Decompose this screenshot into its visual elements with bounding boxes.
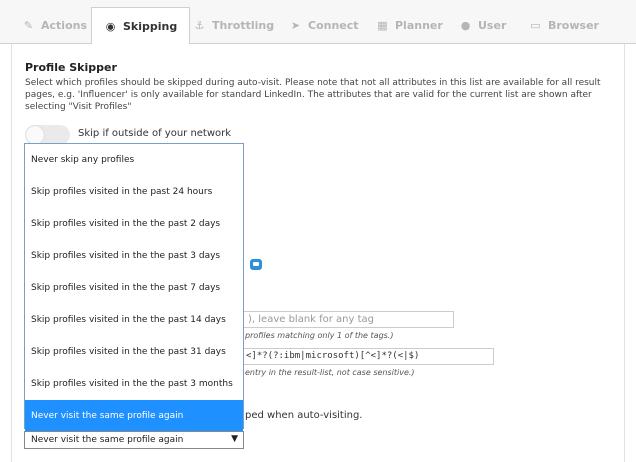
anchor-icon: ⚓ xyxy=(194,19,205,32)
tags-input[interactable]: ), leave blank for any tag xyxy=(243,311,454,328)
paper-plane-icon: ➤ xyxy=(290,19,301,32)
option-14-days[interactable]: Skip profiles visited in the the past 14… xyxy=(25,304,243,336)
skipped-description: ped when auto-visiting. xyxy=(245,410,363,421)
magic-wand-icon: ✎ xyxy=(23,19,34,32)
option-3-months[interactable]: Skip profiles visited in the the past 3 … xyxy=(25,368,243,400)
calendar-icon: ▦ xyxy=(377,19,388,32)
option-31-days[interactable]: Skip profiles visited in the the past 31… xyxy=(25,336,243,368)
tab-planner[interactable]: ▦ Planner xyxy=(376,7,443,44)
option-never-skip[interactable]: Never skip any profiles xyxy=(25,144,243,176)
tags-hint: profiles matching only 1 of the tags.) xyxy=(245,331,394,340)
tags-input-text: ), leave blank for any tag xyxy=(248,314,375,325)
tab-skipping[interactable]: ◉ Skipping xyxy=(91,7,191,45)
skip-options-listbox: Never skip any profiles Skip profiles vi… xyxy=(24,143,244,432)
tab-throttling[interactable]: ⚓ Throttling xyxy=(193,7,275,44)
tab-actions[interactable]: ✎ Actions xyxy=(22,7,87,44)
select-value: Never visit the same profile again xyxy=(31,435,184,445)
tab-connect[interactable]: ➤ Connect xyxy=(289,7,359,44)
option-never-visit-again[interactable]: Never visit the same profile again xyxy=(25,400,243,432)
tab-label: Browser xyxy=(548,19,599,32)
tab-label: Actions xyxy=(41,19,87,32)
option-2-days[interactable]: Skip profiles visited in the the past 2 … xyxy=(25,208,243,240)
tab-label: User xyxy=(478,19,507,32)
option-24-hours[interactable]: Skip profiles visited in the past 24 hou… xyxy=(25,176,243,208)
tab-user[interactable]: ● User xyxy=(459,7,507,44)
regex-hint: entry in the result-list, not case sensi… xyxy=(245,368,415,377)
tab-label: Connect xyxy=(308,19,359,32)
tab-label: Skipping xyxy=(123,19,178,33)
option-7-days[interactable]: Skip profiles visited in the the past 7 … xyxy=(25,272,243,304)
tab-bar: ✎ Actions ◉ Skipping ⚓ Throttling ➤ Conn… xyxy=(0,0,636,45)
chevron-down-icon: ▼ xyxy=(231,434,238,444)
tab-label: Planner xyxy=(395,19,443,32)
section-title: Profile Skipper xyxy=(25,61,117,74)
section-description: Select which profiles should be skipped … xyxy=(25,78,601,112)
eye-slash-icon: ◉ xyxy=(105,19,116,33)
network-skip-label: Skip if outside of your network xyxy=(78,128,232,139)
regex-input-value: <]*?(?:ibm|microsoft)[^<]*?(<|$) xyxy=(246,351,420,361)
toggle-knob xyxy=(26,126,44,144)
user-icon: ● xyxy=(460,19,471,32)
message-icon[interactable] xyxy=(250,259,262,270)
skip-mode-select[interactable]: Never visit the same profile again ▼ xyxy=(24,431,244,449)
regex-input[interactable]: <]*?(?:ibm|microsoft)[^<]*?(<|$) xyxy=(243,348,494,365)
laptop-icon: ▭ xyxy=(530,19,541,32)
tab-label: Throttling xyxy=(212,19,275,32)
option-3-days[interactable]: Skip profiles visited in the the past 3 … xyxy=(25,240,243,272)
network-skip-toggle[interactable] xyxy=(25,125,70,145)
tab-browser[interactable]: ▭ Browser xyxy=(529,7,599,44)
